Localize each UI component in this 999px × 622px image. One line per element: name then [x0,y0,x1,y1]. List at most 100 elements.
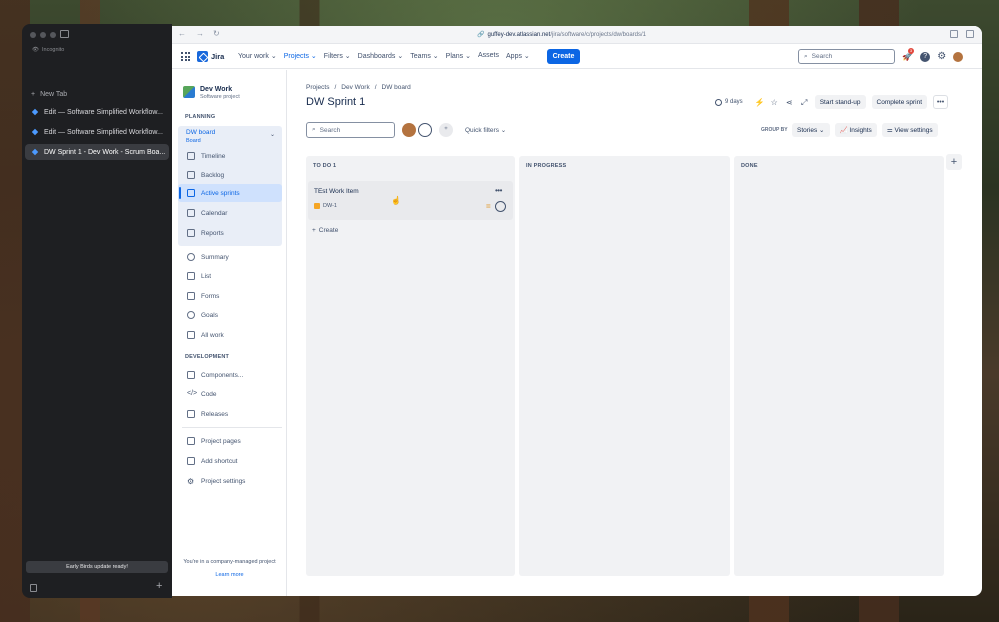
project-header[interactable]: Dev Work Software project [183,86,240,100]
view-settings-button[interactable]: ⚌ View settings [881,123,938,137]
reload-icon[interactable]: ↻ [213,29,220,38]
fullscreen-icon[interactable]: ⤢ [800,98,809,107]
insights-button[interactable]: 📈 Insights [834,123,877,137]
sidebar-item-project-pages[interactable]: Project pages [187,435,241,447]
project-type: Software project [200,94,240,100]
app-switcher-icon[interactable] [181,52,190,61]
forward-icon[interactable]: → [196,29,204,38]
create-button[interactable]: Create [547,49,580,64]
start-standup-button[interactable]: Start stand-up [814,95,866,109]
browser-tab-active[interactable]: DW Sprint 1 - Dev Work - Scrum Boa... [25,144,169,160]
unassigned-avatar-icon[interactable] [495,201,506,212]
settings-gear-icon[interactable]: ⚙ [937,51,946,62]
nav-dashboards[interactable]: Dashboards ⌄ [358,52,404,60]
board-column-in-progress: IN PROGRESS [519,156,730,576]
sidebar-item-releases[interactable]: Releases [187,408,228,420]
forms-icon [187,292,195,300]
nav-filters[interactable]: Filters ⌄ [324,52,351,60]
backlog-icon [187,171,195,179]
quick-filters-dropdown[interactable]: Quick filters ⌄ [465,126,506,134]
code-icon: </> [187,390,198,397]
sidebar-item-forms[interactable]: Forms [187,290,219,302]
complete-sprint-button[interactable]: Complete sprint [871,95,928,109]
sidebar-item-list[interactable]: List [187,270,211,282]
create-issue-button[interactable]: + Create [312,227,338,234]
split-view-icon[interactable] [966,30,974,38]
breadcrumb-dw-board[interactable]: DW board [382,84,411,91]
card-more-icon[interactable]: ••• [495,186,502,195]
sidebar-toggle-icon[interactable] [60,30,69,38]
sidebar-item-reports[interactable]: Reports [187,227,224,239]
add-icon[interactable]: + [156,580,162,592]
board-search-input[interactable]: ⌕ Search [306,122,395,138]
avatar[interactable] [402,123,416,137]
archive-icon[interactable] [30,584,37,592]
jira-logo[interactable]: Jira [197,51,224,62]
add-column-button[interactable]: + [946,154,962,170]
sidebar-item-project-settings[interactable]: ⚙ Project settings [187,475,245,487]
sidebar-item-add-shortcut[interactable]: Add shortcut [187,455,238,467]
board-column-done: DONE [734,156,944,576]
project-sidebar: Dev Work Software project PLANNING DW bo… [172,70,287,596]
calendar-icon [187,209,195,217]
breadcrumb: Projects / Dev Work / DW board [306,84,411,91]
browser-tab[interactable]: Edit — Software Simplified Workflow... [25,104,169,120]
sidebar-item-backlog[interactable]: Backlog [187,169,224,181]
learn-more-link[interactable]: Learn more [172,572,287,578]
update-button[interactable]: Early Birds update ready! [26,561,168,573]
nav-assets[interactable]: Assets [478,52,499,60]
url-text[interactable]: 🔗 guffey-dev.atlassian.net/jira/software… [477,31,646,39]
nav-plans[interactable]: Plans ⌄ [446,52,471,60]
back-icon[interactable]: ← [178,29,186,38]
breadcrumb-dev-work[interactable]: Dev Work [341,84,369,91]
help-icon[interactable]: ? [920,51,931,62]
chart-icon: 📈 [839,127,850,134]
sidebar-item-summary[interactable]: Summary [187,251,229,263]
story-icon [314,203,320,209]
global-search-input[interactable]: ⌕ Search [798,49,895,64]
window-controls[interactable] [30,32,56,38]
add-shortcut-icon [187,457,195,465]
group-by-dropdown[interactable]: Stories ⌄ [792,123,830,137]
chevron-down-icon[interactable]: ⌄ [270,131,275,138]
card-title: TEst Work Item [314,188,359,195]
issue-card[interactable]: TEst Work Item ••• DW-1 = [308,181,513,220]
add-people-icon[interactable]: ⁺ [439,123,453,137]
notifications-icon[interactable]: 🚀 3 [902,48,914,62]
settings-gear-icon: ⚙ [187,476,195,486]
all-work-icon [187,331,195,339]
automation-icon[interactable]: ⚡ [755,98,765,107]
avatar-unassigned[interactable] [418,123,432,137]
plus-icon: + [312,227,316,234]
nav-apps[interactable]: Apps ⌄ [506,52,530,60]
top-right-icons: 🚀 3 ? ⚙ [902,48,964,62]
breadcrumb-projects[interactable]: Projects [306,84,329,91]
nav-teams[interactable]: Teams ⌄ [410,52,438,60]
sidebar-item-goals[interactable]: Goals [187,309,218,321]
extensions-icon[interactable] [950,30,958,38]
new-tab-button[interactable]: + New Tab [25,86,169,102]
star-icon[interactable]: ☆ [770,98,779,107]
sidebar-item-components[interactable]: Components... [187,369,243,381]
more-actions-button[interactable]: ••• [933,95,949,109]
sidebar-item-code[interactable]: </> Code [187,388,217,400]
sidebar-item-timeline[interactable]: Timeline [187,150,225,162]
sprint-time-remaining: 9 days [715,98,743,106]
jira-favicon-icon [31,108,39,116]
project-name: Dev Work [200,86,233,93]
link-icon: 🔗 [477,32,485,38]
board-selector[interactable]: DW board [186,129,215,136]
column-title: TO DO 1 [313,163,337,169]
sidebar-item-active-sprints[interactable]: Active sprints [187,187,240,199]
browser-tab[interactable]: Edit — Software Simplified Workflow... [25,124,169,140]
sidebar-item-calendar[interactable]: Calendar [187,207,227,219]
priority-medium-icon: = [486,202,491,211]
sidebar-item-all-work[interactable]: All work [187,329,224,341]
nav-your-work[interactable]: Your work ⌄ [238,52,277,60]
share-icon[interactable]: ⋖ [785,98,794,107]
nav-projects[interactable]: Projects ⌄ [284,52,317,60]
page-title: DW Sprint 1 [306,96,366,108]
timeline-icon [187,152,195,160]
mouse-cursor-icon: ☝ [391,196,401,205]
user-avatar[interactable] [953,51,964,62]
